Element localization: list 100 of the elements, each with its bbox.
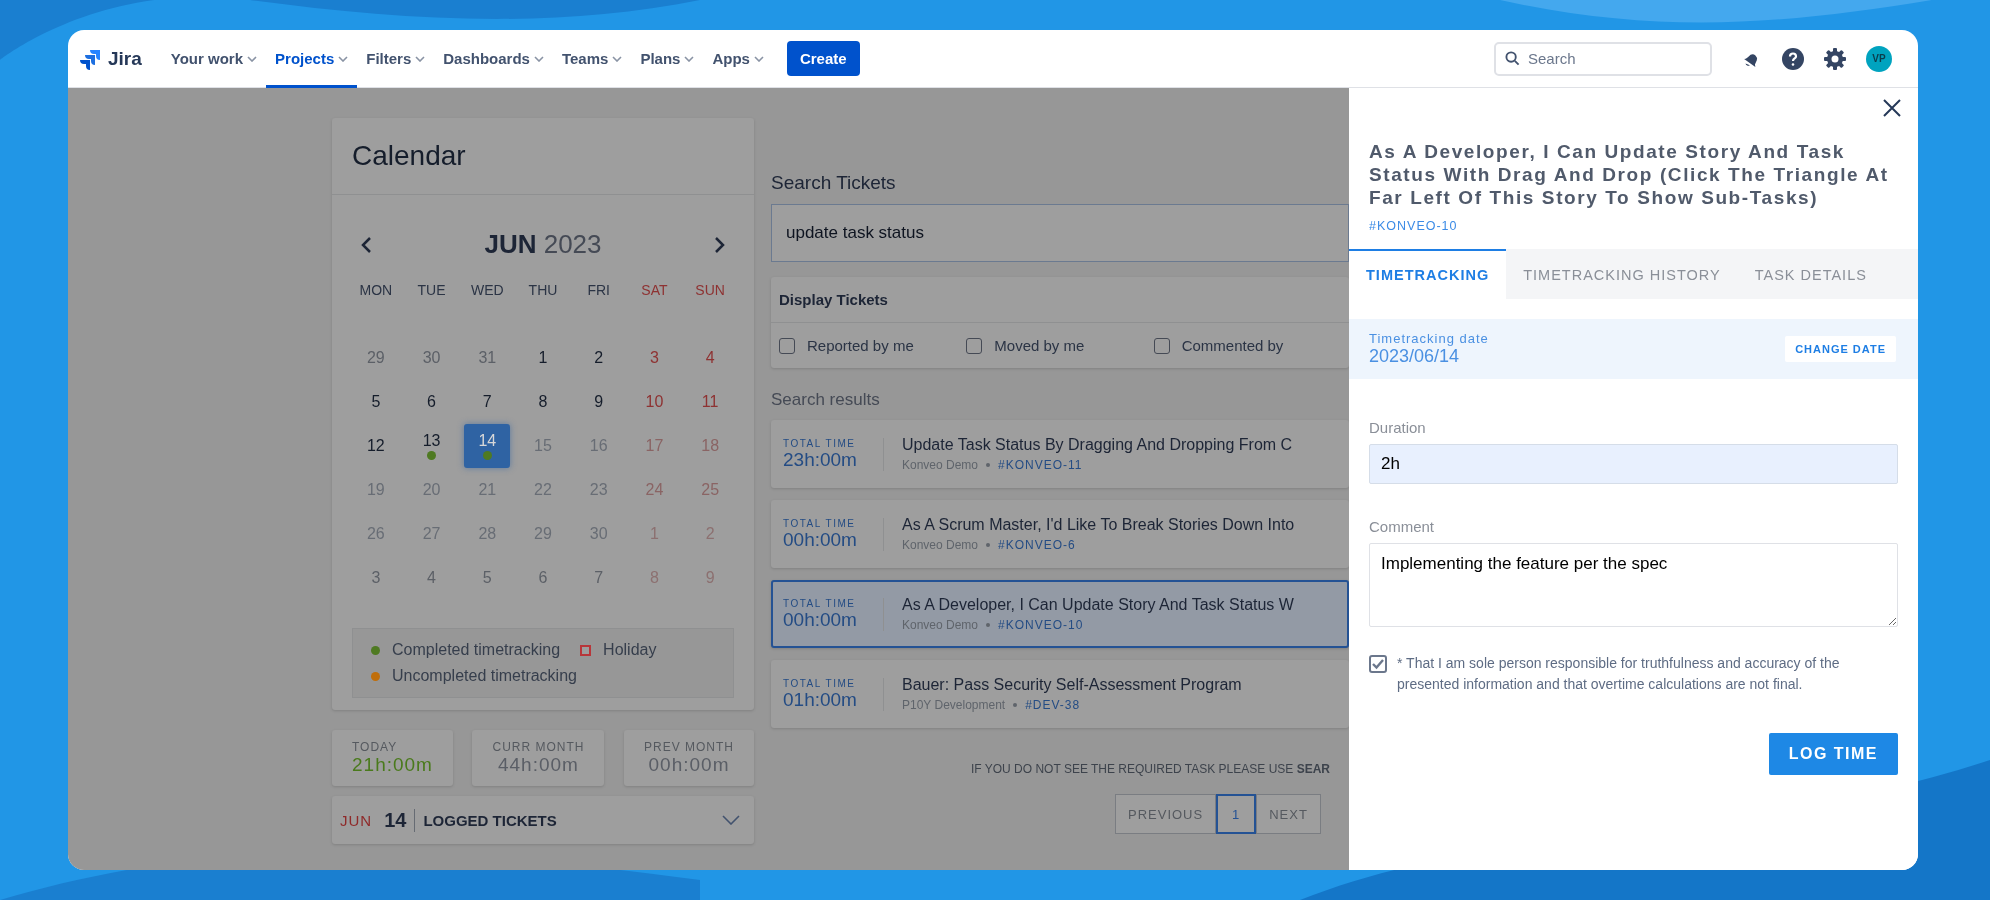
user-avatar[interactable]: VP (1866, 45, 1892, 72)
chevron-down-icon (533, 55, 544, 62)
calendar-day[interactable]: 18 (687, 424, 734, 468)
search-icon (1505, 51, 1520, 66)
stat-value: 44h:00m (497, 754, 580, 776)
total-time-label: TOTAL TIME (783, 517, 857, 529)
calendar-day[interactable]: 2 (575, 336, 622, 380)
calendar-day[interactable]: 31 (464, 336, 511, 380)
total-time-label: TOTAL TIME (783, 597, 857, 609)
log-time-button[interactable]: LOG TIME (1768, 733, 1898, 775)
date-value: 2023/06/14 (1369, 346, 1461, 367)
total-time-value: 23h:00m (783, 448, 858, 471)
calendar-day[interactable]: 9 (575, 380, 622, 424)
weekday-label: THU (528, 282, 558, 298)
chevron-down-icon (612, 55, 623, 62)
ticket-title: Bauer: Pass Security Self-Assessment Program (902, 676, 1242, 694)
panel-tab[interactable]: TASK DETAILS (1737, 249, 1884, 299)
chevron-down-icon[interactable] (722, 815, 740, 825)
nav-menu-item[interactable]: Teams (552, 30, 632, 88)
nav-menu-item[interactable]: Dashboards (434, 30, 553, 88)
chevron-down-icon (247, 55, 258, 62)
panel-tab[interactable]: TIMETRACKING HISTORY (1506, 249, 1738, 299)
calendar-day[interactable]: 13 (408, 424, 455, 468)
comment-input-field[interactable]: Implementing the feature per the spec (1369, 543, 1898, 627)
calendar-day[interactable]: 5 (464, 556, 511, 600)
calendar-day[interactable]: 4 (687, 336, 734, 380)
project-name: P10Y Development (902, 698, 1006, 712)
ticket-detail-title: As A Developer, I Can Update Story And Task Status With Drag And Drop (Click The Triangle At Far Left Of This Story To Show Sub-Tasks) (1369, 140, 1890, 209)
help-note: IF YOU DO NOT SEE THE REQUIRED TASK PLEASE USE SEAR (970, 762, 1331, 776)
filter-label: Moved by me (994, 337, 1085, 354)
checkbox[interactable] (1369, 655, 1387, 673)
stat-value: 21h:00m (352, 754, 433, 776)
logged-month: JUN (340, 811, 373, 829)
jira-logo-icon[interactable] (80, 47, 102, 70)
project-name: Konveo Demo (902, 618, 979, 632)
weekday-label: FRI (587, 282, 610, 298)
settings-icon[interactable] (1823, 46, 1847, 71)
stat-label: PREV MONTH (644, 740, 734, 754)
calendar-day[interactable]: 6 (408, 380, 455, 424)
calendar-day[interactable]: 10 (631, 380, 678, 424)
help-icon[interactable] (1781, 46, 1805, 71)
search-result-item[interactable]: TOTAL TIME 23h:00m Update Task Status By Dragging And Dropping From C Konveo Demo #KONVEO-11 (771, 420, 1349, 488)
nav-menu-item[interactable]: Apps (703, 30, 773, 88)
calendar-day[interactable]: 11 (687, 380, 734, 424)
calendar-day[interactable]: 3 (352, 556, 399, 600)
month-year-title: JUN 2023 (484, 229, 602, 260)
search-result-item[interactable]: TOTAL TIME 00h:00m As A Scrum Master, I'd Like To Break Stories Down Into Konveo Demo #KONVEO-6 (771, 500, 1349, 568)
display-tickets-title: Display Tickets (771, 277, 1349, 323)
ticket-title: As A Scrum Master, I'd Like To Break Stories Down Into (902, 516, 1295, 534)
checkbox[interactable] (1153, 337, 1170, 354)
calendar-day[interactable]: 30 (408, 336, 455, 380)
search-result-item[interactable]: TOTAL TIME 01h:00m Bauer: Pass Security Self-Assessment Program P10Y Development #DEV-38 (771, 660, 1349, 728)
search-result-item[interactable]: TOTAL TIME 00h:00m As A Developer, I Can Update Story And Task Status W Konveo Demo #KONVEO-10 (771, 580, 1349, 648)
ticket-title: As A Developer, I Can Update Story And Task Status W (902, 596, 1294, 614)
stat-value: 00h:00m (647, 754, 731, 776)
chevron-left-icon[interactable] (360, 235, 372, 254)
ticket-key: #KONVEO-10 (998, 618, 1084, 632)
stat-label: TODAY (352, 740, 399, 754)
nav-menu-item[interactable]: Filters (357, 30, 435, 88)
duration-input-field[interactable]: 2h (1369, 444, 1898, 484)
calendar-day[interactable]: 25 (687, 468, 734, 512)
calendar-day[interactable]: 6 (520, 556, 566, 600)
calendar-day[interactable]: 7 (464, 380, 511, 424)
create-button[interactable]: Create (786, 41, 860, 76)
calendar-day[interactable]: 24 (631, 468, 678, 512)
chevron-right-icon[interactable] (714, 235, 726, 254)
panel-tab[interactable]: TIMETRACKING (1349, 249, 1507, 299)
comment-label: Comment (1369, 518, 1436, 535)
calendar-day[interactable]: 5 (352, 380, 399, 424)
agreement-text: * That I am sole person responsible for truthfulness and accuracy of the presented information and that overtime calculations are not final. (1397, 654, 1841, 694)
jira-logo-text[interactable]: Jira (108, 47, 142, 70)
project-name: Konveo Demo (902, 458, 979, 472)
nav-menu-item[interactable]: Plans (631, 30, 704, 88)
calendar-day[interactable]: 1 (520, 336, 566, 380)
calendar-day[interactable]: 12 (352, 424, 399, 468)
change-date-button[interactable]: CHANGE DATE (1785, 336, 1896, 362)
checkbox[interactable] (779, 337, 795, 354)
calendar-day[interactable]: 14 (464, 424, 511, 468)
total-time-label: TOTAL TIME (783, 437, 857, 449)
calendar-day[interactable]: 8 (520, 380, 566, 424)
nav-menu-item[interactable]: Your work (161, 30, 267, 88)
previous-page-button[interactable]: PREVIOUS (1115, 794, 1217, 834)
ticket-search-field[interactable]: update task status (771, 204, 1349, 262)
checkbox[interactable] (966, 337, 983, 354)
ticket-key: #KONVEO-6 (998, 538, 1076, 552)
calendar-day[interactable]: 4 (408, 556, 455, 600)
calendar-day[interactable]: 17 (631, 424, 678, 468)
page-number-button[interactable]: 1 (1216, 794, 1257, 834)
calendar-title: Calendar (332, 118, 754, 195)
calendar-day[interactable]: 3 (631, 336, 678, 380)
calendar-day[interactable]: 29 (352, 336, 399, 380)
calendar-day[interactable]: 7 (575, 556, 622, 600)
logged-tickets-bar[interactable]: JUN 14 LOGGED TICKETS (332, 796, 754, 844)
close-icon[interactable] (1882, 98, 1902, 118)
search-field[interactable]: Search (1494, 41, 1712, 76)
next-page-button[interactable]: NEXT (1256, 794, 1321, 834)
total-time-value: 01h:00m (783, 688, 858, 711)
total-time-value: 00h:00m (783, 528, 858, 551)
ticket-key[interactable]: #KONVEO-10 (1369, 219, 1898, 233)
weekday-label: MON (359, 282, 393, 298)
